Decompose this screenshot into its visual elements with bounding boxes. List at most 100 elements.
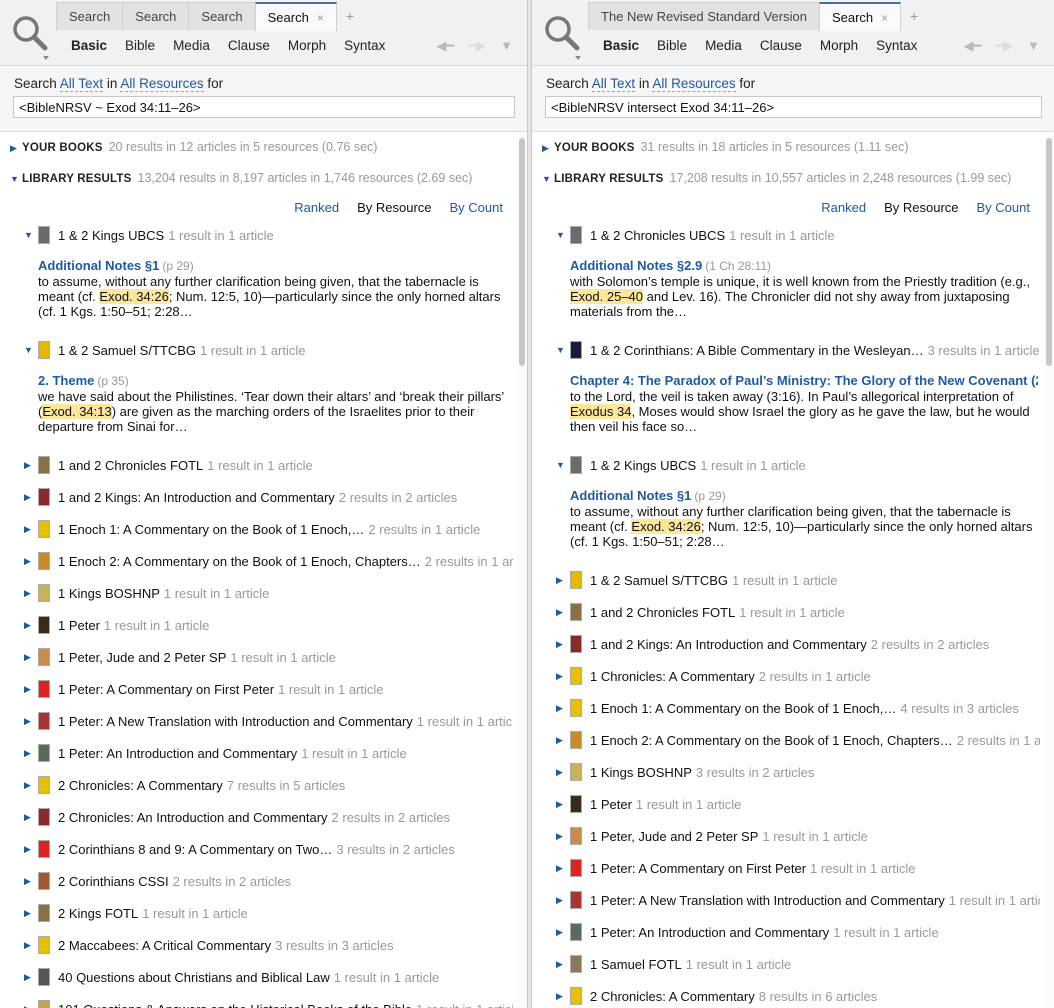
scope-dropdown[interactable]: All Text xyxy=(591,76,636,92)
resource-title[interactable]: 1 & 2 Chronicles UBCS xyxy=(590,228,725,243)
article-snippet[interactable]: Additional Notes §2.9 (1 Ch 28:11) with So… xyxy=(570,258,1038,319)
resource-title[interactable]: 2 Chronicles: A Commentary xyxy=(590,989,755,1004)
close-tab-icon[interactable]: × xyxy=(317,11,324,25)
expand-triangle-icon[interactable]: ▶ xyxy=(24,492,38,503)
scrollbar-thumb[interactable] xyxy=(519,138,525,366)
article-snippet[interactable]: Chapter 4: The Paradox of Paul’s Ministr… xyxy=(570,373,1038,434)
resource-title[interactable]: 2 Corinthians 8 and 9: A Commentary on T… xyxy=(58,842,332,857)
resource-row[interactable]: ▶ 2 Chronicles: A Commentary 8 results in … xyxy=(556,985,1040,1007)
scripture-highlight[interactable]: Exodus 34 xyxy=(570,404,632,419)
article-title[interactable]: Additional Notes §1 xyxy=(38,258,159,273)
resource-row[interactable]: ▶ 1 Enoch 1: A Commentary on the Book of … xyxy=(556,697,1040,719)
resource-row[interactable]: ▶ 1 Peter: A New Translation with Introdu… xyxy=(556,889,1040,911)
sort-by-count[interactable]: By Count xyxy=(977,200,1030,215)
library-results-section[interactable]: ▼ LIBRARY RESULTS 17,208 results in 10,557… xyxy=(542,171,1011,185)
scrollbar-thumb[interactable] xyxy=(1046,138,1052,366)
search-type-clause[interactable]: Clause xyxy=(751,38,811,53)
resource-row[interactable]: ▶ 1 and 2 Chronicles FOTL 1 result in 1 ar… xyxy=(556,601,1040,623)
search-type-morph[interactable]: Morph xyxy=(811,38,867,53)
resource-title[interactable]: 1 Enoch 1: A Commentary on the Book of 1… xyxy=(590,701,896,716)
search-type-bible[interactable]: Bible xyxy=(116,38,164,53)
close-tab-icon[interactable]: × xyxy=(881,11,888,25)
expand-triangle-icon[interactable]: ▶ xyxy=(556,575,570,586)
resource-row[interactable]: ▼ 1 & 2 Samuel S/TTCBG 1 result in 1 artic… xyxy=(24,339,513,361)
resource-title[interactable]: 1 & 2 Kings UBCS xyxy=(58,228,164,243)
search-type-media[interactable]: Media xyxy=(164,38,219,53)
resource-title[interactable]: 1 Kings BOSHNP xyxy=(58,586,160,601)
expand-triangle-icon[interactable]: ▶ xyxy=(556,895,570,906)
resource-title[interactable]: 1 Enoch 2: A Commentary on the Book of 1… xyxy=(590,733,953,748)
article-title[interactable]: Additional Notes §1 xyxy=(570,488,691,503)
resource-title[interactable]: 1 & 2 Samuel S/TTCBG xyxy=(58,343,196,358)
resource-title[interactable]: 1 Peter, Jude and 2 Peter SP xyxy=(590,829,758,844)
expand-triangle-icon[interactable]: ▶ xyxy=(24,684,38,695)
resource-title[interactable]: 1 & 2 Corinthians: A Bible Commentary in… xyxy=(590,343,924,358)
resources-dropdown[interactable]: All Resources xyxy=(120,76,204,92)
resource-title[interactable]: 1 Samuel FOTL xyxy=(590,957,682,972)
resource-title[interactable]: 1 Chronicles: A Commentary xyxy=(590,669,755,684)
expand-triangle-icon[interactable]: ▶ xyxy=(556,863,570,874)
tab-active-search[interactable]: Search × xyxy=(818,2,902,31)
tab-active-search[interactable]: Search × xyxy=(254,2,337,31)
search-icon[interactable] xyxy=(10,12,50,62)
resource-row[interactable]: ▶ 2 Maccabees: A Critical Commentary 3 res… xyxy=(24,934,513,956)
resource-title[interactable]: 1 Enoch 1: A Commentary on the Book of 1… xyxy=(58,522,364,537)
expand-triangle-icon[interactable]: ▶ xyxy=(556,735,570,746)
resource-row[interactable]: ▶ 1 Peter 1 result in 1 article xyxy=(556,793,1040,815)
collapse-triangle-icon[interactable]: ▼ xyxy=(24,345,38,355)
resource-title[interactable]: 2 Chronicles: An Introduction and Commen… xyxy=(58,810,328,825)
scripture-highlight[interactable]: Exod. 34:26 xyxy=(99,289,169,304)
resource-title[interactable]: 1 and 2 Kings: An Introduction and Comme… xyxy=(590,637,867,652)
search-type-clause[interactable]: Clause xyxy=(219,38,279,53)
chevron-down-icon[interactable]: ▼ xyxy=(1027,38,1040,54)
resource-title[interactable]: 2 Maccabees: A Critical Commentary xyxy=(58,938,271,953)
resource-row[interactable]: ▶ 1 Chronicles: A Commentary 2 results in … xyxy=(556,665,1040,687)
resource-row[interactable]: ▶ 1 and 2 Kings: An Introduction and Comm… xyxy=(556,633,1040,655)
resource-row[interactable]: ▼ 1 & 2 Corinthians: A Bible Commentary i… xyxy=(556,339,1040,361)
expand-triangle-icon[interactable]: ▶ xyxy=(556,991,570,1002)
search-type-syntax[interactable]: Syntax xyxy=(335,38,394,53)
collapse-triangle-icon[interactable]: ▼ xyxy=(24,230,38,240)
resource-row[interactable]: ▶ 1 Enoch 2: A Commentary on the Book of … xyxy=(24,550,513,572)
resource-title[interactable]: 1 Peter: A Commentary on First Peter xyxy=(58,682,274,697)
add-tab-button[interactable]: + xyxy=(900,2,928,30)
resource-row[interactable]: ▼ 1 & 2 Kings UBCS 1 result in 1 article xyxy=(556,454,1040,476)
search-type-bible[interactable]: Bible xyxy=(648,38,696,53)
collapse-triangle-icon[interactable]: ▼ xyxy=(10,174,22,184)
resource-row[interactable]: ▶ 40 Questions about Christians and Bibli… xyxy=(24,966,513,988)
collapse-triangle-icon[interactable]: ▼ xyxy=(556,460,570,470)
resource-row[interactable]: ▶ 1 Samuel FOTL 1 result in 1 article xyxy=(556,953,1040,975)
resource-title[interactable]: 1 Peter xyxy=(590,797,632,812)
expand-triangle-icon[interactable]: ▶ xyxy=(24,908,38,919)
expand-triangle-icon[interactable]: ▶ xyxy=(24,620,38,631)
expand-triangle-icon[interactable]: ▶ xyxy=(24,780,38,791)
scope-dropdown[interactable]: All Text xyxy=(59,76,104,92)
expand-triangle-icon[interactable]: ▶ xyxy=(556,639,570,650)
add-tab-button[interactable]: + xyxy=(336,2,364,30)
resource-row[interactable]: ▶ 1 Peter: A New Translation with Introdu… xyxy=(24,710,513,732)
expand-triangle-icon[interactable]: ▶ xyxy=(556,831,570,842)
resource-title[interactable]: 1 and 2 Chronicles FOTL xyxy=(590,605,735,620)
resource-row[interactable]: ▶ 1 Kings BOSHNP 3 results in 2 articles xyxy=(556,761,1040,783)
resource-title[interactable]: 2 Chronicles: A Commentary xyxy=(58,778,223,793)
resource-row[interactable]: ▶ 1 and 2 Kings: An Introduction and Comm… xyxy=(24,486,513,508)
expand-triangle-icon[interactable]: ▶ xyxy=(24,812,38,823)
back-arrow-icon[interactable]: ◀︎━ xyxy=(436,38,454,54)
article-title[interactable]: Additional Notes §2.9 xyxy=(570,258,702,273)
forward-arrow-icon[interactable]: ━▶︎ xyxy=(995,38,1013,54)
resource-row[interactable]: ▶ 1 Kings BOSHNP 1 result in 1 article xyxy=(24,582,513,604)
article-snippet[interactable]: 2. Theme (p 35) we have said about the Phi… xyxy=(38,373,511,434)
resource-title[interactable]: 2 Kings FOTL xyxy=(58,906,138,921)
tab-search[interactable]: Search xyxy=(56,2,124,30)
resource-row[interactable]: ▶ 1 Peter 1 result in 1 article xyxy=(24,614,513,636)
sort-by-count[interactable]: By Count xyxy=(450,200,503,215)
tab-search[interactable]: The New Revised Standard Version xyxy=(588,2,820,30)
expand-triangle-icon[interactable]: ▶ xyxy=(556,959,570,970)
sort-ranked[interactable]: Ranked xyxy=(821,200,866,215)
expand-triangle-icon[interactable]: ▶ xyxy=(556,799,570,810)
expand-triangle-icon[interactable]: ▶ xyxy=(542,143,554,154)
resource-row[interactable]: ▶ 1 Peter: An Introduction and Commentary… xyxy=(24,742,513,764)
resource-row[interactable]: ▶ 1 Peter, Jude and 2 Peter SP 1 result in… xyxy=(24,646,513,668)
resource-title[interactable]: 1 Peter: A New Translation with Introduc… xyxy=(58,714,413,729)
resource-title[interactable]: 1 Peter, Jude and 2 Peter SP xyxy=(58,650,226,665)
